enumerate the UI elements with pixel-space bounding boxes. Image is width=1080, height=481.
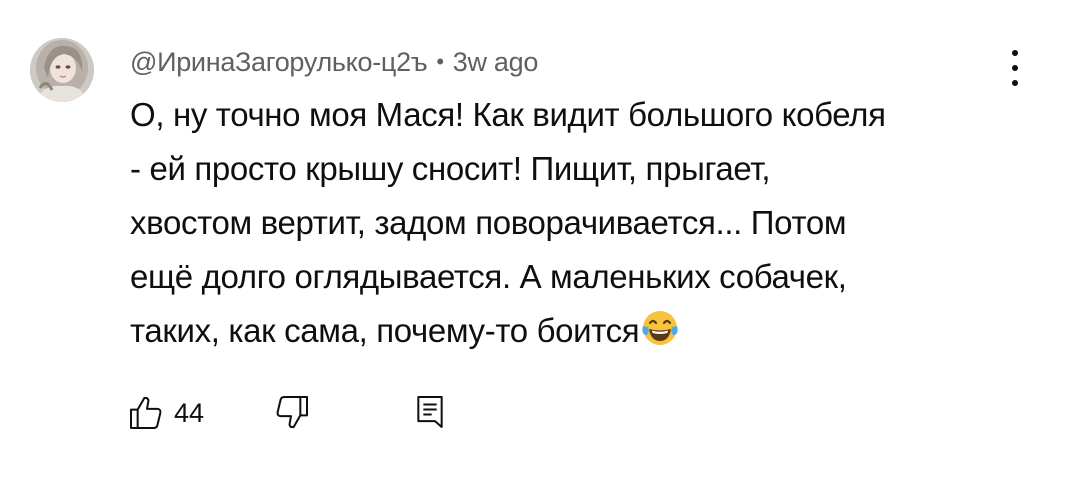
thumbs-down-icon [276, 396, 308, 429]
comment-text-line: О, ну точно моя Мася! Как видит большого… [130, 96, 886, 133]
like-count: 44 [174, 397, 205, 428]
comment-text-line: таких, как сама, почему-то боится [130, 312, 640, 349]
comment-header: @ИринаЗагорулько-ц2ъ • 3w ago [130, 44, 538, 80]
dislike-button[interactable] [272, 392, 312, 434]
comment-text: О, ну точно моя Мася! Как видит большого… [130, 88, 1010, 358]
avatar-image [30, 38, 94, 102]
comment-text-line: - ей просто крышу сносит! Пищит, прыгает… [130, 150, 771, 187]
comment-thread: @ИринаЗагорулько-ц2ъ • 3w ago О, ну точн… [0, 0, 1080, 481]
like-button[interactable]: 44 [126, 392, 204, 434]
comment-text-line: хвостом вертит, задом поворачивается... … [130, 204, 847, 241]
more-vertical-icon[interactable] [1000, 46, 1030, 90]
reply-icon [417, 396, 443, 428]
reply-button[interactable] [410, 392, 450, 434]
thumbs-up-icon [130, 396, 162, 429]
comment-text-last-line: таких, как сама, почему-то боится [130, 304, 1010, 358]
avatar[interactable] [30, 38, 94, 102]
author-name[interactable]: @ИринаЗагорулько-ц2ъ [130, 47, 428, 78]
comment-text-line: ещё долго оглядывается. А маленьких соба… [130, 258, 847, 295]
comment-timestamp[interactable]: 3w ago [453, 47, 539, 78]
separator-dot: • [436, 49, 444, 74]
face-with-tears-of-joy-icon [642, 311, 678, 345]
